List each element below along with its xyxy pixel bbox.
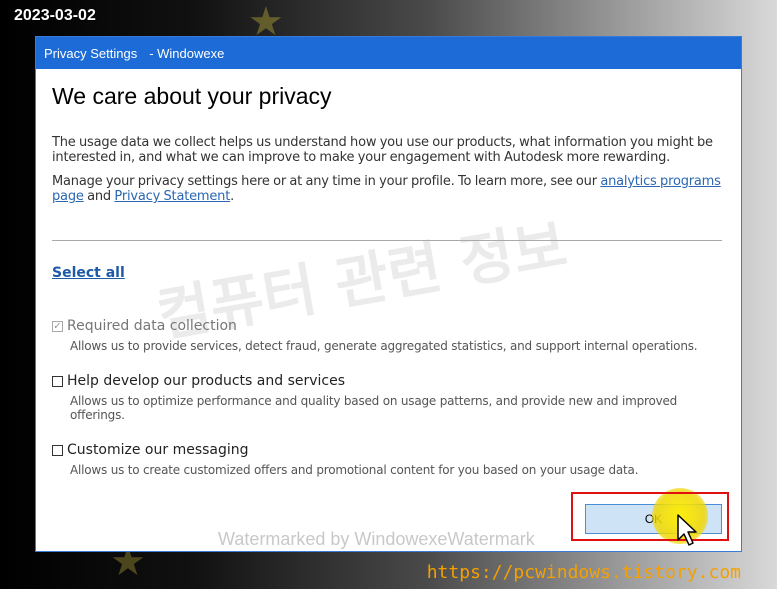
option-required-data: ✓ Required data collection Allows us to …	[52, 318, 725, 353]
mouse-cursor-icon	[677, 514, 697, 546]
bottom-watermark: Watermarked by WindowexeWatermark	[218, 529, 535, 549]
help-develop-checkbox[interactable]	[52, 375, 63, 387]
window-title: Privacy Settings	[44, 45, 138, 61]
option-customize-messaging: Customize our messaging Allows us to cre…	[52, 442, 725, 477]
manage-paragraph: Manage your privacy settings here or at …	[52, 174, 725, 204]
window-app-name: - Windowexe	[149, 45, 225, 61]
manage-paragraph-and: and	[83, 189, 115, 204]
option-label: Required data collection	[67, 318, 237, 334]
divider	[52, 240, 722, 241]
dialog-heading: We care about your privacy	[52, 83, 332, 109]
select-all-link[interactable]: Select all	[52, 265, 125, 281]
customize-messaging-checkbox[interactable]	[52, 444, 63, 456]
manage-paragraph-text: Manage your privacy settings here or at …	[52, 174, 601, 189]
manage-paragraph-end: .	[230, 189, 235, 204]
privacy-statement-link[interactable]: Privacy Statement	[114, 189, 230, 204]
title-bar: Privacy Settings - Windowexe	[36, 37, 741, 69]
option-help-develop: Help develop our products and services A…	[52, 373, 725, 422]
option-description: Allows us to create customized offers an…	[70, 463, 639, 477]
required-data-checkbox: ✓	[52, 320, 63, 332]
option-label[interactable]: Help develop our products and services	[67, 373, 345, 389]
ok-highlight-box	[571, 492, 729, 541]
option-description: Allows us to provide services, detect fr…	[70, 339, 698, 353]
option-description: Allows us to optimize performance and qu…	[70, 394, 678, 422]
option-label[interactable]: Customize our messaging	[67, 442, 249, 458]
intro-paragraph: The usage data we collect helps us under…	[52, 135, 713, 165]
date-stamp: 2023-03-02	[14, 7, 96, 24]
site-url: https://pcwindows.tistory.com	[426, 562, 741, 583]
